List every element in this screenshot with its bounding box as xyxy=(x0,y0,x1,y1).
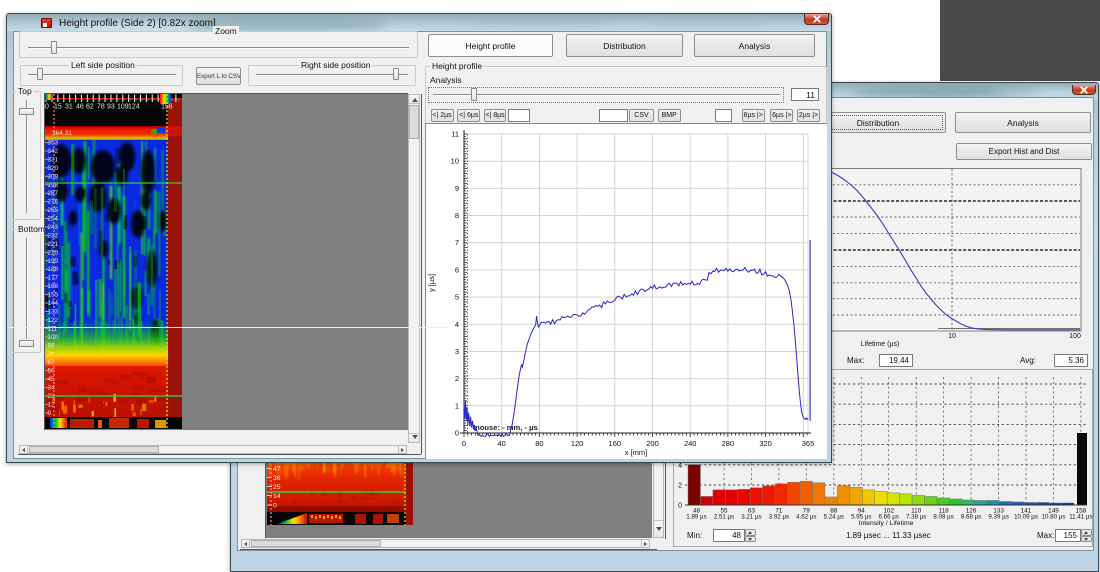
svg-text:2.51 µs: 2.51 µs xyxy=(714,514,734,521)
svg-text:4.62 µs: 4.62 µs xyxy=(796,514,816,521)
svg-text:280: 280 xyxy=(722,439,735,448)
svg-text:3.21 µs: 3.21 µs xyxy=(741,514,761,521)
svg-text:221: 221 xyxy=(48,241,59,248)
svg-text:155: 155 xyxy=(48,292,59,299)
svg-text:265: 265 xyxy=(48,207,59,214)
svg-text:276: 276 xyxy=(48,199,59,206)
svg-text:254: 254 xyxy=(48,216,59,223)
svg-text:232: 232 xyxy=(48,232,59,239)
svg-text:120: 120 xyxy=(571,439,584,448)
svg-text:365: 365 xyxy=(802,439,815,448)
svg-text:47: 47 xyxy=(273,466,281,473)
svg-text:0: 0 xyxy=(48,410,52,417)
svg-text:287: 287 xyxy=(48,190,59,197)
svg-text:8.08 µs: 8.08 µs xyxy=(933,514,953,521)
svg-text:93: 93 xyxy=(107,104,115,111)
svg-text:353: 353 xyxy=(48,140,59,147)
svg-text:6: 6 xyxy=(455,265,459,274)
svg-text:342: 342 xyxy=(48,148,59,155)
svg-text:10: 10 xyxy=(948,333,956,340)
svg-text:14: 14 xyxy=(273,493,281,500)
svg-text:1.89 µs: 1.89 µs xyxy=(686,514,706,521)
svg-text:2: 2 xyxy=(455,374,459,383)
svg-text:243: 243 xyxy=(48,224,59,231)
svg-text:199: 199 xyxy=(48,258,59,265)
svg-text:9: 9 xyxy=(455,184,459,193)
svg-text:5: 5 xyxy=(455,293,459,302)
svg-text:0: 0 xyxy=(45,104,49,111)
svg-text:2: 2 xyxy=(678,483,682,490)
svg-text:36: 36 xyxy=(273,475,281,482)
svg-text:80: 80 xyxy=(535,439,543,448)
svg-text:5.24 µs: 5.24 µs xyxy=(824,514,844,521)
svg-text:31: 31 xyxy=(65,104,73,111)
svg-text:15: 15 xyxy=(54,104,62,111)
svg-text:188: 188 xyxy=(48,266,59,273)
svg-text:7: 7 xyxy=(455,238,459,247)
svg-text:124: 124 xyxy=(128,104,140,111)
svg-text:8.68 µs: 8.68 µs xyxy=(961,514,981,521)
svg-text:46: 46 xyxy=(76,104,84,111)
svg-text:309: 309 xyxy=(48,173,59,180)
svg-text:10: 10 xyxy=(451,157,459,166)
svg-text:25: 25 xyxy=(273,484,281,491)
svg-text:3: 3 xyxy=(455,347,459,356)
svg-text:320: 320 xyxy=(48,165,59,172)
svg-text:9.39 µs: 9.39 µs xyxy=(988,514,1008,521)
svg-text:8: 8 xyxy=(455,211,459,220)
svg-text:4: 4 xyxy=(678,462,682,469)
svg-text:62: 62 xyxy=(86,104,94,111)
svg-text:160: 160 xyxy=(609,439,622,448)
svg-text:11: 11 xyxy=(451,130,459,139)
svg-text:0: 0 xyxy=(455,429,459,438)
svg-text:y [µs]: y [µs] xyxy=(427,274,436,292)
svg-text:364.31: 364.31 xyxy=(52,130,72,137)
svg-text:mouse: - mm, - µs: mouse: - mm, - µs xyxy=(473,423,538,432)
svg-text:331: 331 xyxy=(48,156,59,163)
svg-text:166: 166 xyxy=(48,283,59,290)
svg-text:78: 78 xyxy=(97,104,105,111)
svg-text:177: 177 xyxy=(48,275,59,282)
svg-text:200: 200 xyxy=(646,439,659,448)
svg-text:320: 320 xyxy=(759,439,772,448)
svg-text:0: 0 xyxy=(462,439,466,448)
svg-text:Intensity / Lifetime: Intensity / Lifetime xyxy=(859,520,914,527)
svg-text:11.41 µs: 11.41 µs xyxy=(1069,514,1092,521)
svg-text:144: 144 xyxy=(48,300,59,307)
svg-text:133: 133 xyxy=(48,309,59,316)
svg-text:122: 122 xyxy=(48,317,59,324)
svg-text:4: 4 xyxy=(455,320,459,329)
svg-text:10.09 µs: 10.09 µs xyxy=(1014,514,1038,521)
svg-text:100: 100 xyxy=(1069,333,1081,340)
svg-text:0: 0 xyxy=(678,503,682,510)
svg-text:210: 210 xyxy=(48,249,59,256)
svg-text:100: 100 xyxy=(48,334,59,341)
svg-text:0: 0 xyxy=(273,503,277,510)
svg-text:10.80 µs: 10.80 µs xyxy=(1042,514,1066,521)
svg-text:1: 1 xyxy=(455,401,459,410)
svg-text:240: 240 xyxy=(684,439,697,448)
svg-text:3.92 µs: 3.92 µs xyxy=(769,514,789,521)
svg-text:40: 40 xyxy=(498,439,506,448)
svg-text:x [mm]: x [mm] xyxy=(625,448,648,457)
